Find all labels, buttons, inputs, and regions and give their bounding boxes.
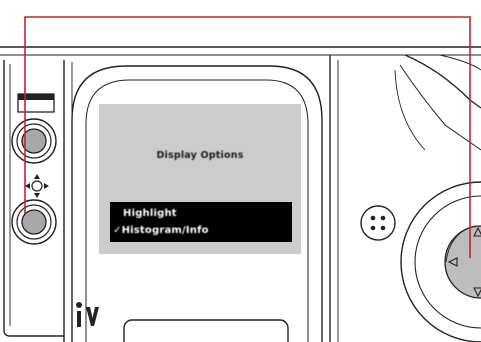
menu-select-button[interactable] <box>11 199 57 245</box>
lcd-menu-title: Display Options <box>156 150 244 161</box>
thumb-grip <box>394 54 481 151</box>
speaker-grille-icon <box>360 205 396 241</box>
review-delete-icon <box>76 302 99 327</box>
menu-item-highlight[interactable]: Highlight <box>123 208 177 219</box>
four-way-arrows-icon <box>25 174 49 198</box>
display-button[interactable] <box>11 118 57 164</box>
four-way-controller[interactable] <box>400 181 481 342</box>
left-button-column <box>11 93 57 245</box>
review-button[interactable] <box>123 319 289 342</box>
menu-item-histogram-info[interactable]: ✓Histogram/Info <box>113 225 209 236</box>
camera-back-illustration <box>0 16 481 342</box>
